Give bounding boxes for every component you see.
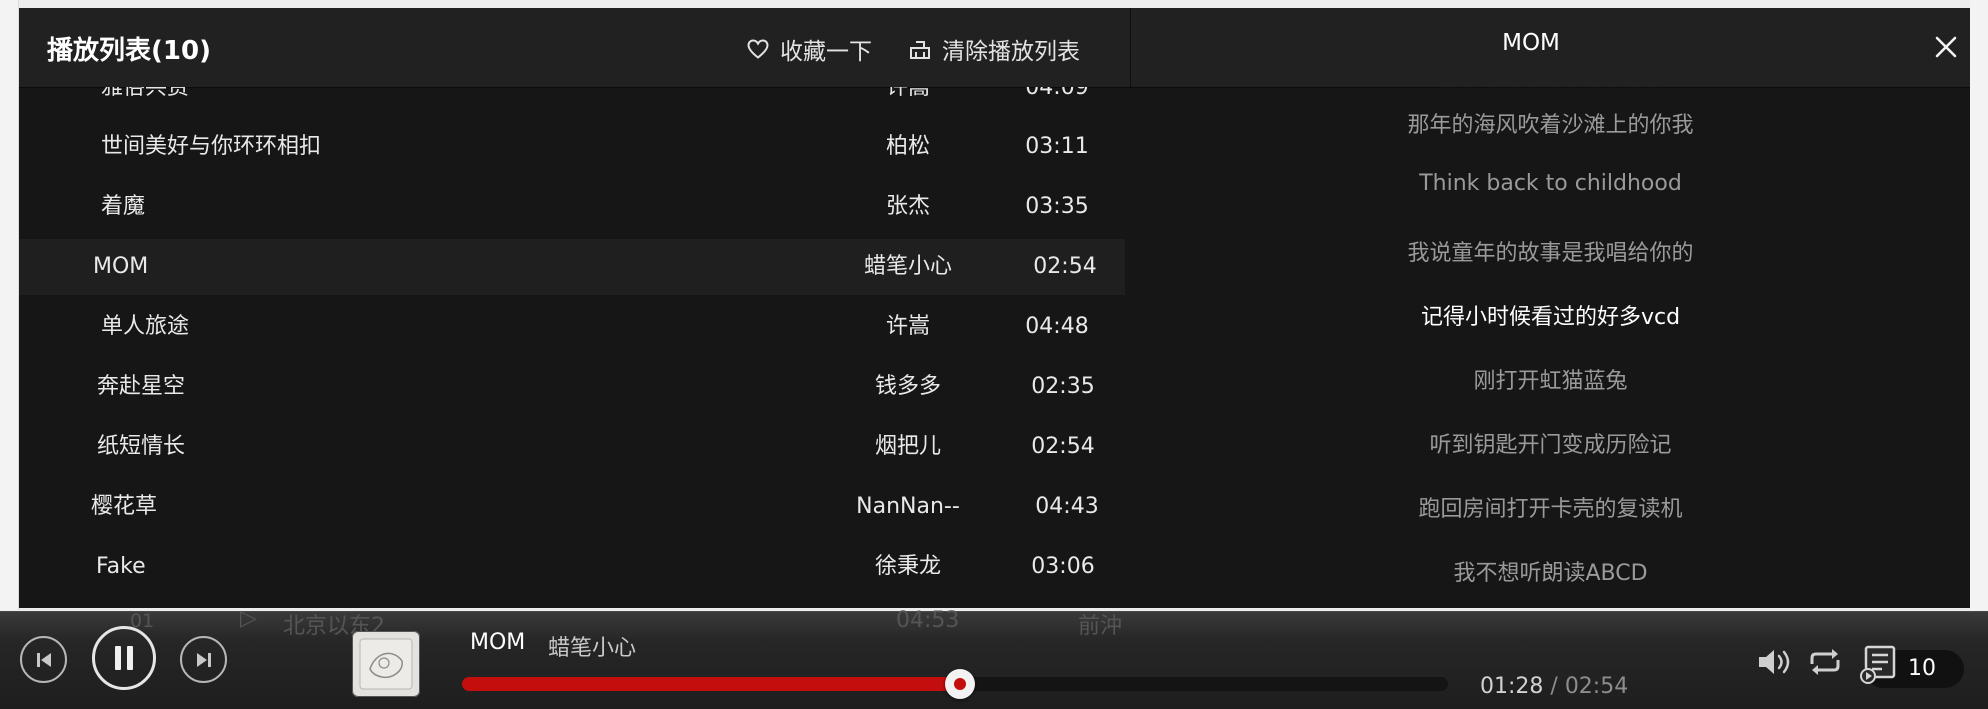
song-row[interactable]: 奔赴星空 钱多多 02:35 (19, 359, 1125, 415)
previous-icon (36, 652, 51, 667)
playlist-button[interactable] (1858, 644, 1900, 688)
song-duration: 03:35 (1025, 194, 1089, 219)
song-name: 单人旅途 (101, 314, 190, 339)
total-time: 02:54 (1564, 674, 1629, 699)
song-artist[interactable]: 许嵩 (800, 299, 1016, 355)
song-name: MOM (93, 254, 149, 279)
clear-playlist-button[interactable]: 清除播放列表 (908, 32, 1080, 66)
song-name: 雅俗共赏 (101, 87, 190, 100)
song-duration: 02:54 (1033, 254, 1097, 279)
pause-button[interactable] (92, 626, 156, 690)
progress-bar[interactable] (462, 669, 1448, 699)
song-duration: 04:09 (1025, 87, 1089, 100)
lyric-line-current: 记得小时候看过的好多vcd (1420, 305, 1681, 330)
song-artist[interactable]: 徐秉龙 (800, 539, 1016, 595)
song-row[interactable]: Fake 徐秉龙 03:06 (19, 539, 1125, 595)
next-button[interactable] (180, 636, 227, 683)
song-row[interactable]: 单人旅途 许嵩 04:48 (19, 299, 1125, 355)
close-button[interactable] (1932, 33, 1960, 61)
song-row[interactable]: 纸短情长 烟把儿 02:54 (19, 419, 1125, 475)
song-row[interactable]: 雅俗共赏 许嵩 04:09 (19, 87, 1125, 116)
lyric-line: 那年的海风吹着沙滩上的你我 (1407, 113, 1694, 138)
song-artist[interactable]: 张杰 (800, 179, 1016, 235)
song-duration: 04:48 (1025, 314, 1089, 339)
panel-header: 播放列表(10) 收藏一下 清除播放列表 MOM (19, 8, 1970, 88)
player-bar: 01 ▷ 北京以东2 04:53 前沖 MOM 蜡笔小心 01:28 / 02:… (0, 606, 1988, 709)
song-artist[interactable]: 烟把儿 (800, 419, 1016, 475)
song-name: 世间美好与你环环相扣 (101, 134, 322, 159)
song-name: 着魔 (101, 194, 146, 219)
progress-fill (462, 677, 960, 691)
volume-icon (1759, 650, 1790, 674)
lyrics-panel: ▬▬ ▬▬▬▬▬▬▬▬▬ 那年的海风吹着沙滩上的你我 Think back to… (1131, 87, 1970, 608)
lyric-line: 跑回房间打开卡壳的复读机 (1418, 497, 1683, 522)
progress-handle[interactable] (944, 669, 975, 699)
pause-icon (115, 646, 133, 670)
song-row[interactable]: 樱花草 NanNan-- 04:43 (19, 479, 1125, 535)
song-artist[interactable]: NanNan-- (800, 479, 1016, 535)
time-separator: / (1543, 674, 1565, 699)
song-name: 樱花草 (91, 494, 158, 519)
favorite-button[interactable]: 收藏一下 (746, 32, 872, 66)
time-display: 01:28 / 02:54 (1480, 674, 1628, 699)
song-artist[interactable]: 柏松 (800, 119, 1016, 175)
background-song-play-icon: ▷ (240, 606, 257, 631)
album-art-image (359, 638, 413, 690)
song-row[interactable]: 世间美好与你环环相扣 柏松 03:11 (19, 119, 1125, 175)
background-song-duration: 04:53 (896, 608, 960, 633)
song-duration: 02:35 (1031, 374, 1095, 399)
current-time: 01:28 (1480, 674, 1544, 699)
song-list: 雅俗共赏 许嵩 04:09 世间美好与你环环相扣 柏松 03:11 着魔 张杰 … (19, 87, 1125, 608)
trash-icon (910, 41, 930, 59)
lyric-line: 我不想听朗读ABCD (1453, 561, 1648, 586)
song-name: 奔赴星空 (97, 374, 186, 399)
lyric-line: Think back to childhood (1419, 171, 1682, 196)
now-playing-title: MOM (470, 630, 526, 655)
song-row[interactable]: 着魔 张杰 03:35 (19, 179, 1125, 235)
playlist-title: 播放列表(10) (47, 36, 211, 66)
lyric-line-partial: ▬▬ ▬▬▬▬▬▬▬▬▬ (1131, 87, 1970, 93)
song-artist[interactable]: 钱多多 (800, 359, 1016, 415)
lyrics-song-title: MOM (1502, 30, 1560, 56)
song-name: 纸短情长 (97, 434, 186, 459)
lyric-line: 我说童年的故事是我唱给你的 (1407, 241, 1694, 266)
repeat-button[interactable] (1806, 646, 1844, 682)
background-song-artist: 前沖 (1078, 614, 1123, 639)
song-duration: 04:43 (1035, 494, 1099, 519)
lyric-line: 听到钥匙开门变成历险记 (1429, 433, 1672, 458)
playlist-panel: 播放列表(10) 收藏一下 清除播放列表 MOM 雅俗共赏 许嵩 04:09 世… (19, 8, 1970, 608)
volume-button[interactable] (1756, 646, 1794, 682)
song-artist[interactable]: 蜡笔小心 (800, 239, 1016, 295)
page-left-edge (0, 0, 19, 610)
clear-playlist-label: 清除播放列表 (942, 39, 1080, 65)
song-duration: 03:11 (1025, 134, 1089, 159)
page-right-edge (1970, 0, 1988, 610)
playlist-count: 10 (1908, 656, 1936, 681)
favorite-label: 收藏一下 (780, 39, 872, 65)
song-duration: 03:06 (1031, 554, 1095, 579)
repeat-icon (1810, 649, 1840, 675)
song-duration: 02:54 (1031, 434, 1095, 459)
previous-button[interactable] (20, 636, 67, 683)
playlist-icon (1860, 645, 1896, 684)
song-name: Fake (96, 554, 146, 579)
next-icon (196, 652, 211, 667)
album-cover[interactable] (352, 631, 420, 697)
heart-icon (747, 39, 769, 59)
song-row-active[interactable]: MOM 蜡笔小心 02:54 (19, 239, 1125, 295)
close-icon (1935, 36, 1957, 58)
now-playing-artist[interactable]: 蜡笔小心 (548, 630, 636, 662)
lyric-line: 刚打开虹猫蓝兔 (1473, 369, 1628, 394)
song-artist[interactable]: 许嵩 (800, 87, 1016, 116)
